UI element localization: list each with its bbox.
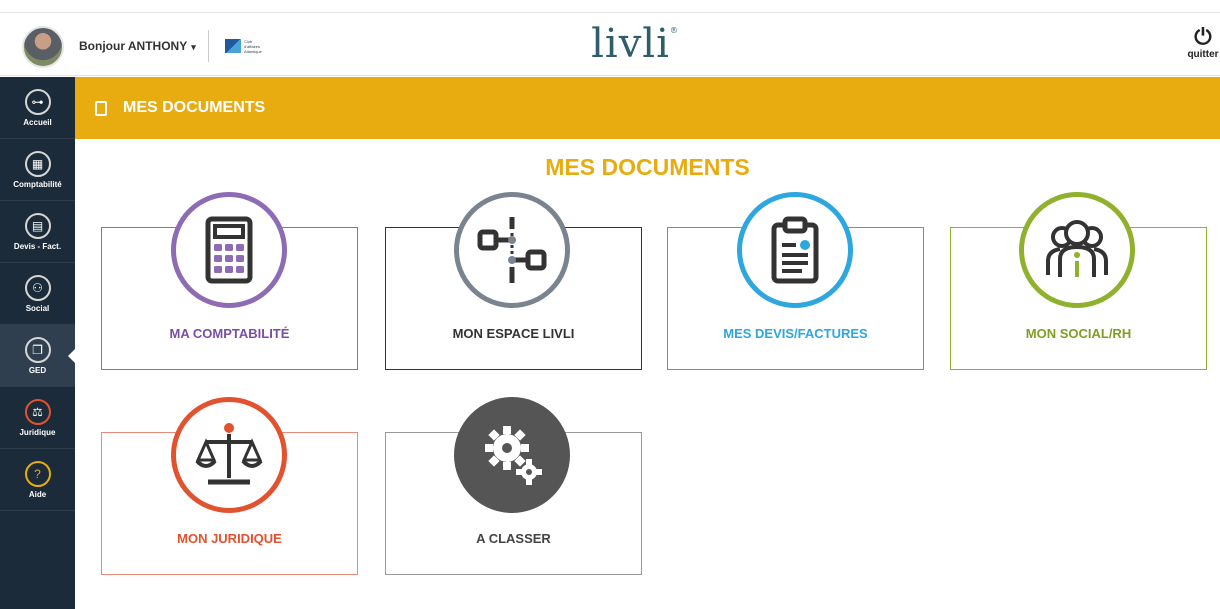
card-label: MES DEVIS/FACTURES [723,326,868,341]
avatar[interactable] [22,26,64,68]
page-title: MES DOCUMENTS [545,154,750,180]
app-header: Bonjour ANTHONY ▾ Club d'affaires Atlantiqu… [0,12,1220,76]
sidebar-item-label: Devis - Fact. [13,241,62,251]
help-icon: ? [24,460,51,487]
card-label: A CLASSER [476,531,551,546]
club-logo-mark [225,39,241,53]
card-label: MON JURIDIQUE [177,531,282,546]
sidebar-item-social[interactable]: ⚇ Social [0,263,75,325]
sidebar-item-accueil[interactable]: ⊶ Accueil [0,77,75,139]
sidebar-item-label: Accueil [23,117,52,127]
calculator-icon: ▦ [24,150,51,177]
user-menu[interactable]: Bonjour ANTHONY ▾ [79,39,196,53]
calculator-icon[interactable] [171,192,287,308]
sidebar-item-label: Juridique [19,427,56,437]
quit-label: quitter [1187,49,1219,60]
sidebar-item-label: GED [28,365,47,375]
people-icon[interactable] [1019,192,1135,308]
header-divider [208,30,209,62]
sidebar-item-label: Comptabilité [13,179,62,189]
card-label: MA COMPTABILITÉ [169,326,290,341]
sidebar: ⊶ Accueil ▦ Comptabilité ▤ Devis - Fact.… [0,77,75,609]
brand-text: livli [591,21,670,67]
banner-title: MES DOCUMENTS [123,99,266,116]
brand-logo[interactable]: livli® [560,21,710,67]
sidebar-item-label: Aide [28,489,47,499]
sidebar-item-ged[interactable]: ❐ GED [0,325,75,387]
hub-icon: ⊶ [24,88,51,115]
top-border [0,0,1220,12]
page-banner: MES DOCUMENTS [75,77,1220,139]
club-logo-text: Club d'affaires Atlantique [244,38,262,54]
hub-icon[interactable] [454,192,570,308]
card-label: MON SOCIAL/RH [1025,326,1132,341]
sidebar-item-devis[interactable]: ▤ Devis - Fact. [0,201,75,263]
quit-button[interactable]: ⏻ quitter [1186,24,1220,61]
scales-icon: ⚖ [24,398,51,425]
caret-down-icon: ▾ [191,42,196,52]
greeting-text: Bonjour ANTHONY [79,39,188,53]
sidebar-item-comptabilite[interactable]: ▦ Comptabilité [0,139,75,201]
sidebar-item-label: Social [25,303,50,313]
clipboard-icon: ▤ [24,212,51,239]
sidebar-item-aide[interactable]: ? Aide [0,449,75,511]
clipboard-icon[interactable] [737,192,853,308]
people-icon: ⚇ [24,274,51,301]
documents-icon: ❐ [24,336,51,363]
gears-icon[interactable] [454,397,570,513]
card-label: MON ESPACE LIVLI [452,326,575,341]
club-logo: Club d'affaires Atlantique [225,35,271,57]
documents-icon [95,100,107,116]
sidebar-item-juridique[interactable]: ⚖ Juridique [0,387,75,449]
scales-icon[interactable] [171,397,287,513]
power-icon: ⏻ [1194,24,1212,49]
